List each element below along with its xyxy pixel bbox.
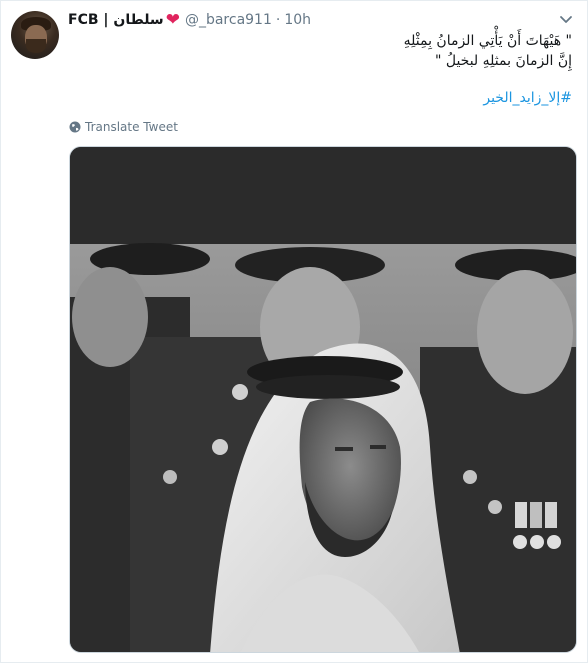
globe-icon (69, 121, 81, 133)
tweet-text-line: إِنَّ الزمانَ بمثلِهِ لبخيلُ " (434, 53, 572, 69)
user-handle[interactable]: @_barca911 (185, 12, 272, 28)
tweet-timestamp[interactable]: 10h (284, 12, 311, 28)
hashtag-link[interactable]: #إلا_زايد_الخير (483, 90, 572, 106)
chevron-down-icon[interactable] (559, 15, 573, 25)
avatar[interactable] (11, 11, 59, 59)
translate-tweet-button[interactable]: Translate Tweet (69, 120, 178, 134)
avatar-beard (26, 39, 46, 53)
photo-image (70, 147, 576, 652)
separator-dot: · (275, 12, 281, 28)
tweet-header: FCB | سلطان ❤ @_barca911 · 10h (68, 10, 311, 30)
display-name-text[interactable]: FCB | سلطان (68, 12, 164, 28)
heart-icon: ❤ (165, 9, 180, 30)
tweet-photo[interactable] (69, 146, 577, 653)
display-name[interactable]: FCB | سلطان ❤ (68, 9, 180, 30)
tweet-text-line: " هَيْهَاتَ أَنْ يَأْتِي الزمانُ بِمِثْل… (403, 33, 572, 49)
tweet-text: " هَيْهَاتَ أَنْ يَأْتِي الزمانُ بِمِثْل… (112, 31, 572, 71)
tweet-card[interactable]: FCB | سلطان ❤ @_barca911 · 10h " هَيْهَا… (0, 0, 588, 663)
translate-tweet-label[interactable]: Translate Tweet (85, 120, 178, 134)
